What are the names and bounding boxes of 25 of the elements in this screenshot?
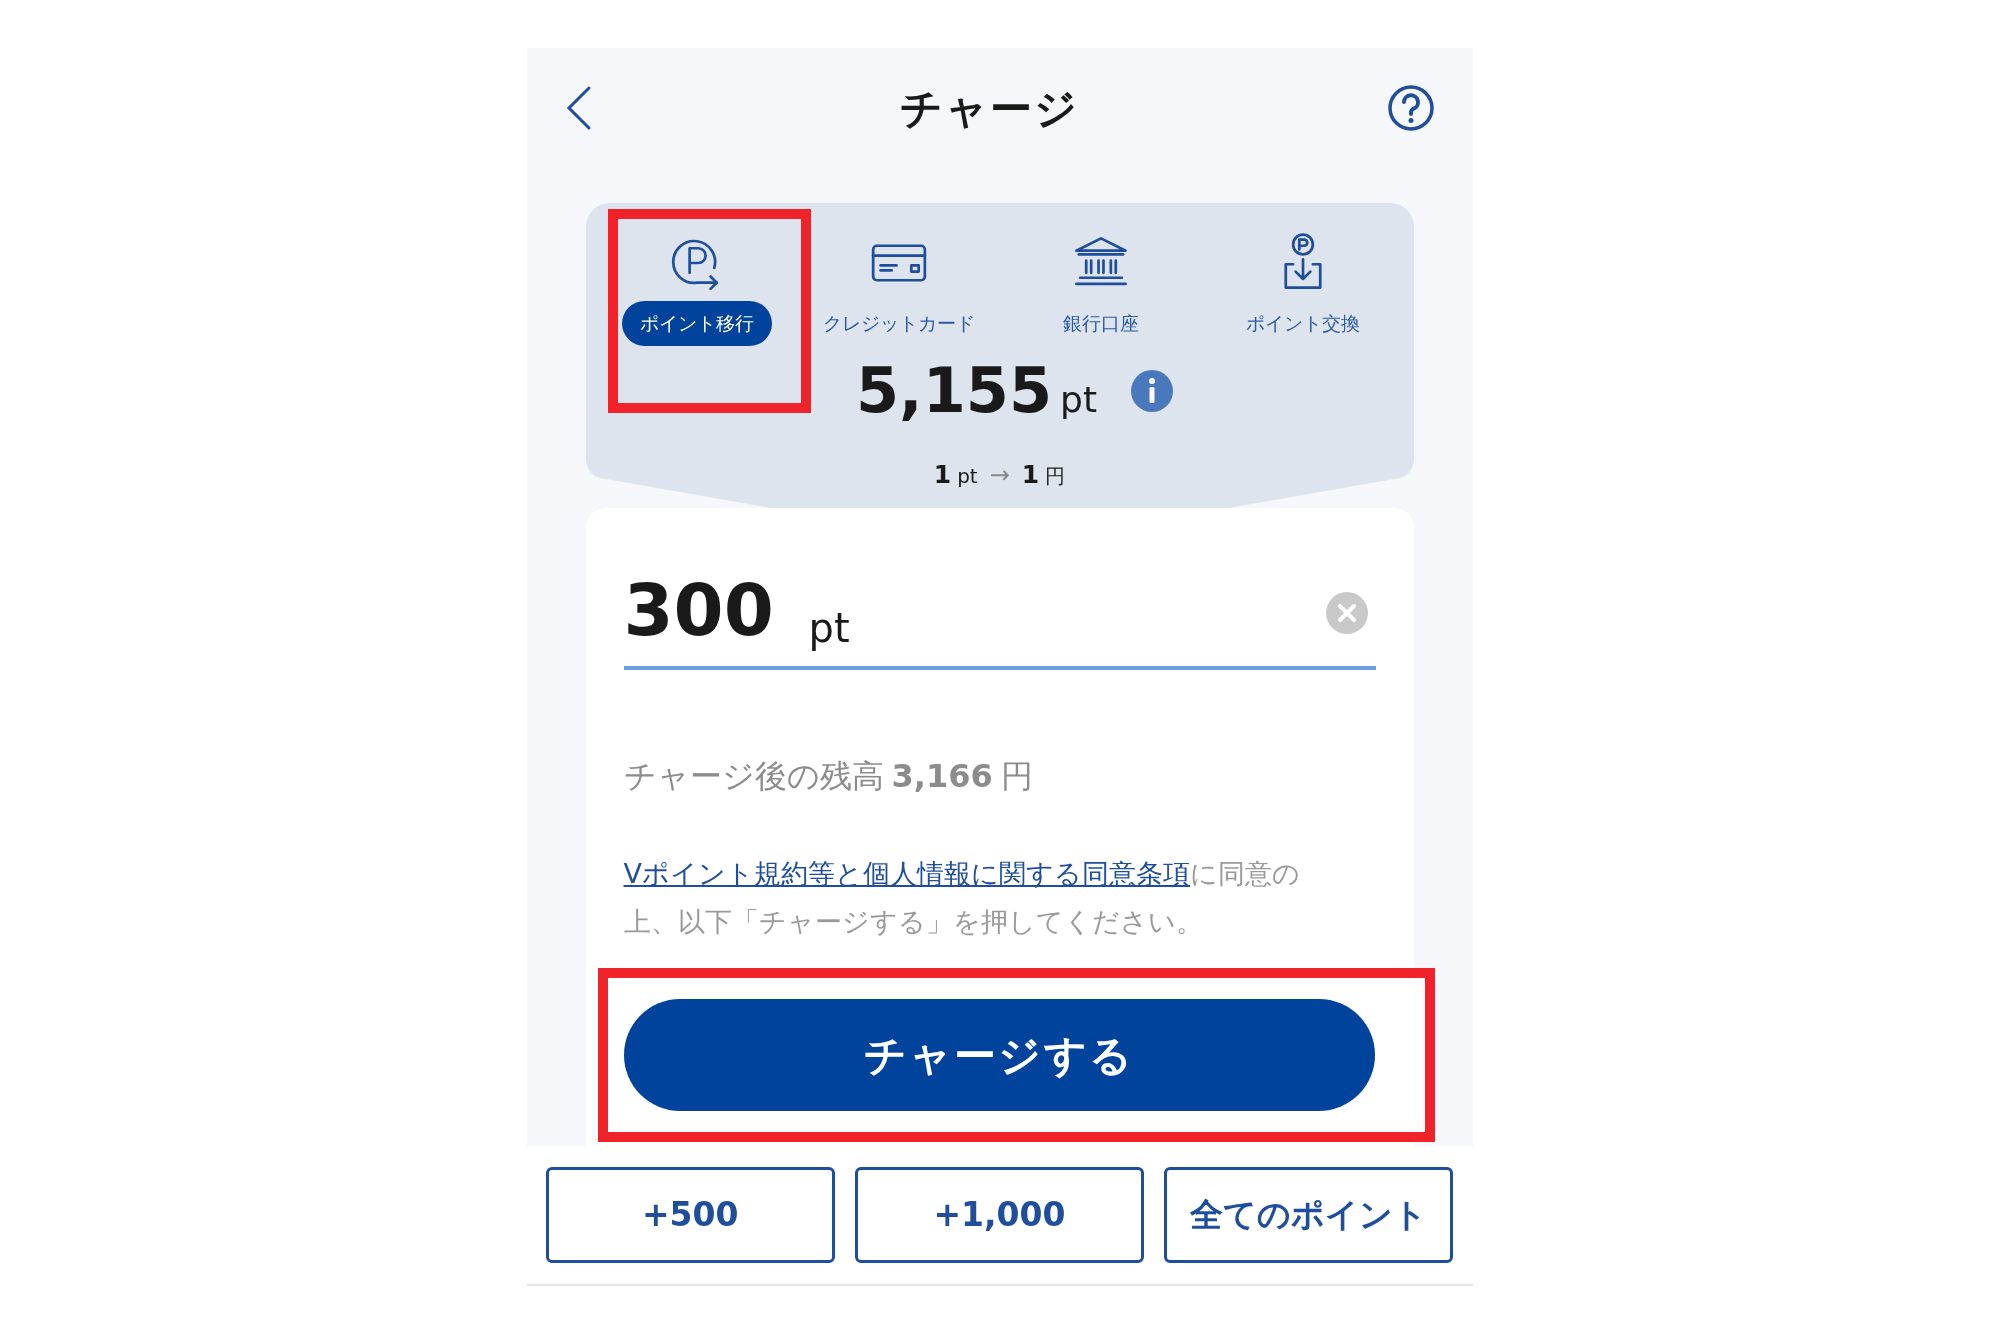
page-title: チャージ [899, 82, 1080, 135]
method-tab[interactable]: ポイント移行 [621, 301, 772, 346]
rate-arrow: → [989, 459, 1010, 491]
amount-input[interactable]: 300 [623, 568, 799, 652]
method-tab[interactable]: ポイント交換 [1235, 301, 1370, 346]
quick-amount-button[interactable]: 全てのポイント [1164, 1167, 1454, 1263]
after-charge-label: チャージ後の残高 [623, 756, 884, 797]
balance-value: 5,155 [855, 359, 1053, 422]
after-charge-value: 3,166 [891, 756, 993, 797]
rate-to-value: 1 [1021, 458, 1040, 491]
quick-amount-button[interactable]: +1,000 [854, 1167, 1145, 1263]
info-icon[interactable] [1131, 369, 1174, 412]
charge-button[interactable]: チャージする [623, 999, 1375, 1111]
help-icon[interactable] [1386, 84, 1435, 132]
method-tab[interactable]: 銀行口座 [1052, 301, 1149, 346]
consent-text: Vポイント規約等と個人情報に関する同意条項に同意の上、以下「チャージする」を押してください。 [623, 857, 1301, 939]
rate-to-unit: 円 [1045, 462, 1066, 490]
balance-unit: pt [1060, 381, 1098, 418]
method-tab[interactable]: クレジットカード [812, 301, 985, 346]
quick-amount-button[interactable]: +500 [545, 1167, 835, 1263]
rate-from-value: 1 [933, 458, 952, 491]
terms-link[interactable]: Vポイント規約等と個人情報に関する同意条項 [623, 858, 1190, 889]
back-icon[interactable] [564, 85, 593, 131]
after-charge-unit: 円 [1000, 756, 1033, 797]
rate-from-unit: pt [957, 462, 978, 490]
